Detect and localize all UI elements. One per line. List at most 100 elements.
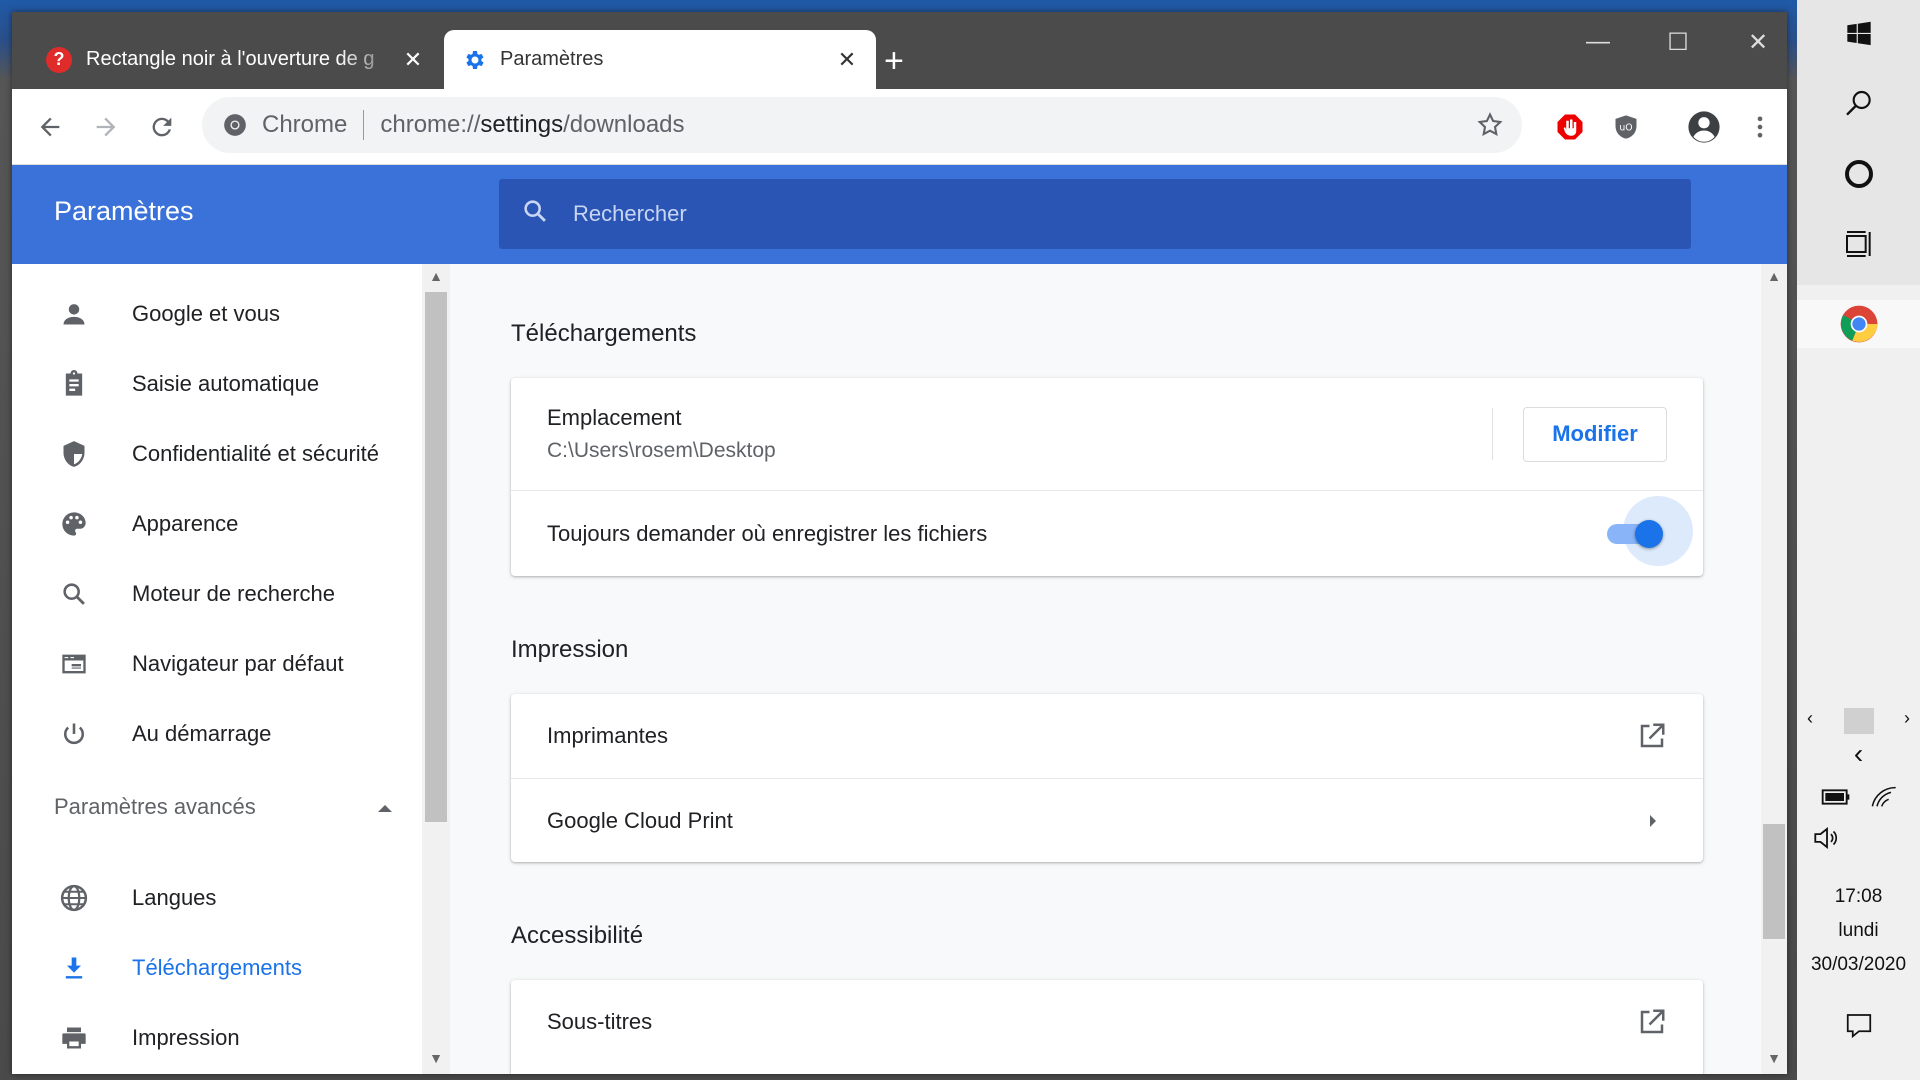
sidebar-item-printing[interactable]: Impression — [12, 1008, 422, 1068]
search-placeholder: Rechercher — [573, 201, 687, 226]
reload-icon[interactable] — [140, 105, 184, 149]
back-icon[interactable] — [28, 105, 72, 149]
maximize-icon[interactable]: ☐ — [1648, 22, 1708, 62]
downloads-card: Emplacement C:\Users\rosem\Desktop Modif… — [511, 378, 1703, 576]
chrome-window: ? Rectangle noir à l'ouverture de g ✕ Pa… — [12, 12, 1787, 1074]
settings-search-input[interactable]: Rechercher — [499, 179, 1691, 249]
download-location-row: Emplacement C:\Users\rosem\Desktop Modif… — [511, 378, 1703, 490]
sidebar-item-autofill[interactable]: Saisie automatique — [12, 354, 422, 414]
tray-scroll[interactable]: ‹ › — [1797, 708, 1920, 734]
chevron-left-icon[interactable]: ‹ — [1807, 708, 1813, 734]
minimize-icon[interactable]: — — [1568, 22, 1628, 62]
omnibox[interactable]: Chrome chrome://settings/downloads — [202, 97, 1522, 153]
palette-icon — [52, 510, 96, 538]
sidebar-item-google[interactable]: Google et vous — [12, 284, 422, 344]
captions-row[interactable]: Sous-titres — [511, 980, 1703, 1064]
tab-title: Paramètres — [500, 48, 604, 70]
ask-location-row[interactable]: Toujours demander où enregistrer les fic… — [511, 490, 1703, 576]
search-icon — [521, 197, 549, 231]
scroll-down-icon[interactable]: ▼ — [1764, 1050, 1784, 1070]
search-icon[interactable] — [1797, 88, 1920, 120]
section-title-downloads: Téléchargements — [511, 320, 697, 347]
sidebar-item-privacy[interactable]: Confidentialité et sécurité — [12, 424, 422, 484]
system-tray — [1797, 785, 1920, 814]
power-icon — [52, 720, 96, 748]
volume-icon[interactable] — [1797, 825, 1920, 851]
browser-icon — [52, 650, 96, 678]
action-center-icon[interactable] — [1797, 1010, 1920, 1040]
advanced-settings-toggle[interactable]: Paramètres avancés — [54, 794, 394, 820]
cloud-print-row[interactable]: Google Cloud Print — [511, 778, 1703, 862]
cloud-print-label: Google Cloud Print — [547, 807, 733, 833]
chrome-logo-icon — [1840, 305, 1877, 343]
gear-icon — [462, 48, 486, 72]
modify-location-button[interactable]: Modifier — [1523, 406, 1667, 462]
site-label: Chrome — [262, 111, 348, 138]
location-path: C:\Users\rosem\Desktop — [547, 439, 776, 462]
windows-taskbar: ‹ › ‹ 17:08 lundi 30/03/2020 — [1797, 0, 1920, 1080]
profile-avatar-icon[interactable] — [1682, 105, 1726, 149]
printer-icon — [52, 1024, 96, 1052]
download-icon — [52, 954, 96, 982]
scroll-thumb[interactable] — [425, 292, 447, 822]
sidebar-item-appearance[interactable]: Apparence — [12, 494, 422, 554]
window-close-icon[interactable]: ✕ — [1728, 22, 1787, 62]
open-in-new-icon[interactable] — [1637, 721, 1667, 751]
bookmark-star-icon[interactable] — [1476, 111, 1504, 139]
open-in-new-icon[interactable] — [1637, 1007, 1667, 1037]
settings-sidebar: Google et vous Saisie automatique Confid… — [12, 264, 422, 1074]
tab-settings[interactable]: Paramètres ✕ — [444, 30, 876, 89]
printing-card: Imprimantes Google Cloud Print — [511, 694, 1703, 862]
person-icon — [52, 300, 96, 328]
url-text[interactable]: chrome://settings/downloads — [380, 111, 684, 139]
scroll-down-icon[interactable]: ▼ — [426, 1050, 446, 1070]
browser-toolbar: Chrome chrome://settings/downloads uO — [12, 89, 1787, 165]
close-tab-icon[interactable]: ✕ — [836, 47, 858, 73]
windows-start-icon[interactable] — [1797, 20, 1920, 48]
clock-time: 17:08 — [1834, 886, 1883, 907]
sidebar-item-startup[interactable]: Au démarrage — [12, 704, 422, 764]
scroll-up-icon[interactable]: ▲ — [426, 268, 446, 288]
section-title-printing: Impression — [511, 636, 629, 663]
tab-help-article[interactable]: ? Rectangle noir à l'ouverture de g ✕ — [28, 30, 442, 89]
scroll-thumb[interactable] — [1763, 824, 1785, 939]
close-tab-icon[interactable]: ✕ — [402, 47, 424, 73]
main-scrollbar[interactable]: ▲ ▼ — [1761, 264, 1787, 1074]
help-icon: ? — [46, 46, 72, 73]
battery-icon[interactable] — [1820, 785, 1852, 814]
clock-day: lundi — [1838, 920, 1879, 941]
globe-icon — [52, 883, 96, 913]
menu-kebab-icon[interactable] — [1738, 105, 1782, 149]
show-hidden-icons-icon[interactable]: ‹ — [1797, 738, 1920, 770]
sidebar-item-search-engine[interactable]: Moteur de recherche — [12, 564, 422, 624]
task-view-icon[interactable] — [1797, 228, 1920, 260]
toggle-knob — [1635, 519, 1663, 548]
chrome-taskbar-button[interactable] — [1797, 300, 1920, 348]
forward-icon[interactable] — [84, 105, 128, 149]
scroll-up-icon[interactable]: ▲ — [1764, 268, 1784, 288]
adblock-extension-icon[interactable] — [1548, 105, 1592, 149]
svg-text:uO: uO — [1619, 123, 1632, 134]
printers-label: Imprimantes — [547, 723, 669, 748]
ask-location-toggle[interactable] — [1607, 495, 1693, 566]
page-title: Paramètres — [54, 196, 194, 226]
taskbar-clock[interactable]: 17:08 lundi 30/03/2020 — [1797, 880, 1920, 982]
row-divider — [1492, 408, 1493, 460]
wifi-icon[interactable] — [1870, 785, 1898, 814]
tab-title: Rectangle noir à l'ouverture de g — [86, 48, 375, 70]
sidebar-item-default-browser[interactable]: Navigateur par défaut — [12, 634, 422, 694]
title-bar[interactable]: ? Rectangle noir à l'ouverture de g ✕ Pa… — [12, 12, 1787, 89]
captions-label: Sous-titres — [547, 1009, 653, 1034]
printers-row[interactable]: Imprimantes — [511, 694, 1703, 778]
new-tab-button[interactable]: + — [884, 44, 904, 78]
sidebar-item-downloads[interactable]: Téléchargements — [12, 938, 422, 998]
sidebar-item-languages[interactable]: Langues — [12, 868, 422, 928]
chevron-right-icon — [1647, 813, 1659, 829]
search-icon — [52, 580, 96, 608]
cortana-icon[interactable] — [1797, 158, 1920, 190]
sidebar-scrollbar[interactable]: ▲ ▼ — [422, 264, 450, 1074]
ublock-extension-icon[interactable]: uO — [1604, 105, 1648, 149]
tray-scroll-thumb[interactable] — [1843, 708, 1874, 734]
settings-main-content: Téléchargements Emplacement C:\Users\ros… — [450, 264, 1761, 1074]
chevron-right-icon[interactable]: › — [1904, 708, 1910, 734]
